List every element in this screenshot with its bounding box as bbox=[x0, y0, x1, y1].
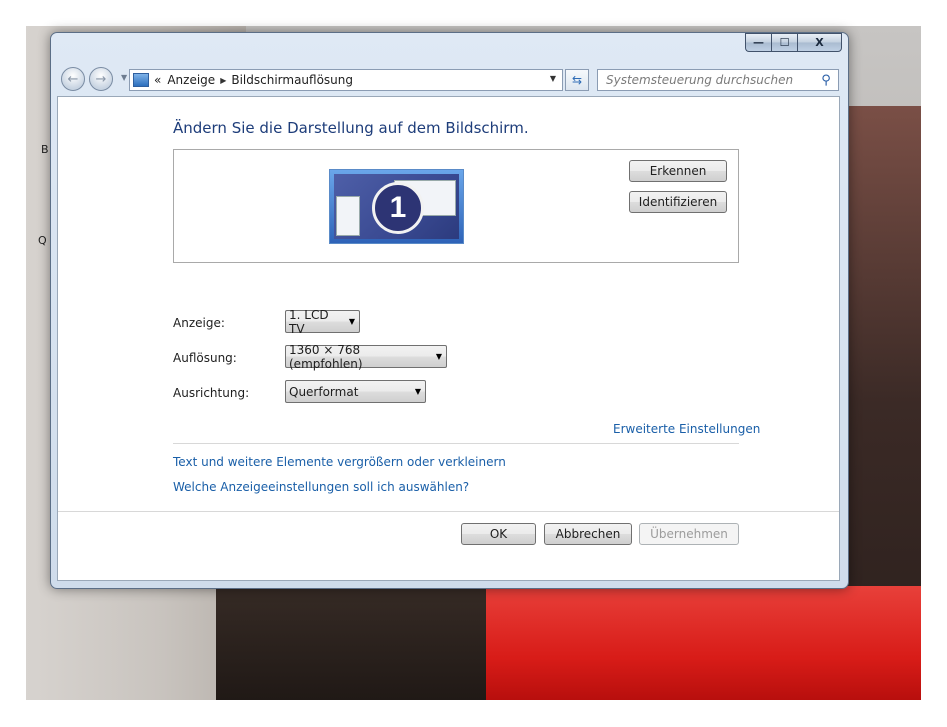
desktop-icon-label-1[interactable]: B bbox=[41, 143, 49, 156]
resolution-label: Auflösung: bbox=[173, 351, 237, 365]
forward-button[interactable]: → bbox=[89, 67, 113, 91]
orientation-label: Ausrichtung: bbox=[173, 386, 250, 400]
recent-pages-dropdown[interactable]: ▼ bbox=[121, 73, 127, 82]
address-dropdown-icon[interactable]: ▼ bbox=[550, 74, 556, 83]
monitor-screen: 1 bbox=[334, 174, 459, 239]
advanced-settings-link[interactable]: Erweiterte Einstellungen bbox=[613, 422, 760, 436]
search-box[interactable]: Systemsteuerung durchsuchen ⚲ bbox=[597, 69, 839, 91]
monitor-arrangement-area: 1 Erkennen Identifizieren bbox=[173, 149, 739, 263]
chevron-down-icon: ▼ bbox=[414, 387, 422, 396]
breadcrumb-separator-icon[interactable]: ▶ bbox=[220, 76, 226, 85]
caption-buttons: — ☐ X bbox=[745, 33, 842, 52]
maximize-button[interactable]: ☐ bbox=[771, 33, 797, 52]
search-input[interactable]: Systemsteuerung durchsuchen bbox=[606, 73, 818, 87]
minimize-button[interactable]: — bbox=[745, 33, 771, 52]
divider bbox=[173, 443, 739, 444]
detect-button[interactable]: Erkennen bbox=[629, 160, 727, 182]
chevron-down-icon: ▼ bbox=[435, 352, 443, 361]
content-pane: Ändern Sie die Darstellung auf dem Bilds… bbox=[57, 96, 840, 581]
monitor-number-badge: 1 bbox=[372, 182, 424, 234]
apply-button[interactable]: Übernehmen bbox=[639, 523, 739, 545]
ok-button[interactable]: OK bbox=[461, 523, 536, 545]
display-settings-window: — ☐ X ← → ▼ « Anzeige ▶ Bildschirmauflös… bbox=[50, 32, 849, 589]
resolution-select[interactable]: 1360 × 768 (empfohlen) ▼ bbox=[285, 342, 447, 371]
breadcrumb-overflow[interactable]: « bbox=[154, 73, 161, 87]
chevron-down-icon: ▼ bbox=[348, 317, 356, 326]
orientation-select-value: Querformat bbox=[289, 384, 359, 399]
display-label: Anzeige: bbox=[173, 316, 225, 330]
monitor-preview-sidebar bbox=[336, 196, 360, 236]
wallpaper-red-cloth bbox=[486, 586, 921, 700]
close-button[interactable]: X bbox=[797, 33, 842, 52]
cancel-button[interactable]: Abbrechen bbox=[544, 523, 632, 545]
search-icon[interactable]: ⚲ bbox=[818, 73, 834, 88]
display-select[interactable]: 1. LCD TV ▼ bbox=[285, 307, 360, 336]
back-button[interactable]: ← bbox=[61, 67, 85, 91]
identify-button[interactable]: Identifizieren bbox=[629, 191, 727, 213]
text-size-link[interactable]: Text und weitere Elemente vergrößern ode… bbox=[173, 455, 506, 469]
monitor-1[interactable]: 1 bbox=[329, 169, 464, 244]
display-select-value: 1. LCD TV bbox=[289, 307, 329, 336]
refresh-button[interactable]: ⇆ bbox=[565, 69, 589, 91]
breadcrumb-display[interactable]: Anzeige bbox=[167, 73, 215, 87]
address-bar[interactable]: « Anzeige ▶ Bildschirmauflösung ▼ bbox=[129, 69, 563, 91]
desktop-icon-label-2[interactable]: Q bbox=[38, 234, 47, 247]
resolution-select-value: 1360 × 768 (empfohlen) bbox=[289, 342, 363, 371]
footer-divider bbox=[58, 511, 839, 512]
display-help-link[interactable]: Welche Anzeigeeinstellungen soll ich aus… bbox=[173, 480, 469, 494]
orientation-select[interactable]: Querformat ▼ bbox=[285, 380, 426, 403]
page-title: Ändern Sie die Darstellung auf dem Bilds… bbox=[173, 119, 529, 137]
refresh-icon: ⇆ bbox=[571, 73, 583, 87]
control-panel-icon bbox=[133, 73, 149, 87]
breadcrumb-resolution[interactable]: Bildschirmauflösung bbox=[231, 73, 353, 87]
